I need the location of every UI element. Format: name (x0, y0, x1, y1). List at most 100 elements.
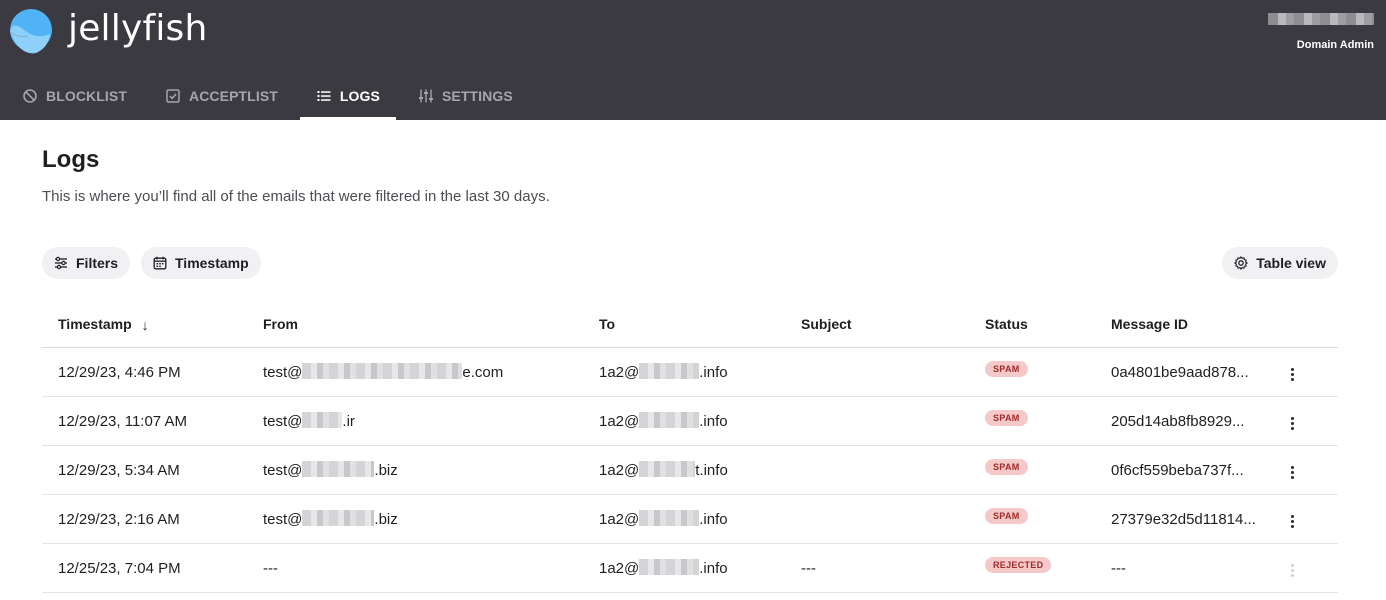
to-suffix: t.info (695, 462, 728, 479)
column-header-from[interactable]: From (247, 301, 583, 348)
from-prefix: test@ (263, 511, 303, 528)
redacted-domain (302, 510, 375, 526)
to-suffix: .info (699, 511, 728, 528)
redacted-domain (639, 559, 700, 575)
table-row[interactable]: 12/29/23, 11:07 AM test@ .ir 1a2@ .info SP… (42, 396, 1338, 446)
more-options-icon[interactable] (1284, 514, 1300, 528)
filters-label: Filters (76, 255, 119, 271)
status-badge: REJECTED (985, 557, 1052, 573)
tab-blocklist[interactable]: BLOCKLIST (6, 72, 143, 120)
cell-message-id: 0f6cf559beba737f... (1095, 445, 1268, 495)
cell-to: 1a2@ t.info (583, 445, 785, 495)
jellyfish-logo-icon[interactable] (6, 8, 54, 56)
from-suffix: e.com (462, 364, 504, 381)
cell-timestamp: 12/29/23, 4:46 PM (42, 347, 247, 397)
page-title: Logs (42, 146, 100, 173)
cell-subject (785, 445, 969, 495)
tab-label: LOGS (339, 88, 380, 104)
sort-arrow-down-icon[interactable]: ↓ (142, 317, 149, 333)
cell-from: test@ e.com (247, 347, 583, 397)
checkbox-icon (165, 88, 181, 104)
column-label: Timestamp (58, 315, 132, 332)
cell-message-id: 27379e32d5d11814... (1095, 494, 1268, 544)
user-name-redacted (1268, 13, 1374, 25)
redacted-domain (639, 363, 700, 379)
from-prefix: --- (263, 559, 278, 577)
cell-actions (1268, 347, 1338, 397)
list-icon (316, 88, 332, 104)
from-suffix: .biz (374, 511, 398, 528)
tab-settings[interactable]: SETTINGS (402, 72, 529, 120)
sliders-icon (418, 88, 434, 104)
cell-from: --- (247, 543, 583, 593)
cell-to: 1a2@ .info (583, 543, 785, 593)
cell-to: 1a2@ .info (583, 494, 785, 544)
tab-label: BLOCKLIST (46, 88, 128, 104)
column-header-subject[interactable]: Subject (785, 301, 969, 348)
from-suffix: .biz (374, 462, 398, 479)
filters-button[interactable]: Filters (42, 247, 131, 279)
redacted-domain (639, 412, 700, 428)
cell-timestamp: 12/29/23, 2:16 AM (42, 494, 247, 544)
table-view-button[interactable]: Table view (1222, 247, 1338, 279)
to-suffix: .info (699, 413, 728, 430)
brand-name: jellyfish (68, 8, 208, 49)
column-header-timestamp[interactable]: Timestamp ↓ (42, 301, 247, 348)
cell-status: REJECTED (969, 543, 1095, 593)
cell-message-id: --- (1095, 543, 1268, 593)
user-role: Domain Admin (1296, 39, 1374, 51)
table-toolbar: Filters Timestamp Table view (42, 247, 1338, 279)
cell-from: test@ .ir (247, 396, 583, 446)
from-prefix: test@ (263, 413, 303, 430)
tab-label: ACCEPTLIST (189, 88, 278, 104)
main-nav: BLOCKLIST ACCEPTLIST LOGS SETTINGS (0, 72, 529, 120)
table-row[interactable]: 12/29/23, 2:16 AM test@ .biz 1a2@ .info SP… (42, 494, 1338, 544)
user-menu[interactable]: Domain Admin (1268, 12, 1374, 51)
cell-subject: --- (785, 543, 969, 593)
block-icon (22, 88, 38, 104)
cell-actions (1268, 494, 1338, 544)
cell-message-id: 0a4801be9aad878... (1095, 347, 1268, 397)
cell-subject (785, 494, 969, 544)
cell-from: test@ .biz (247, 494, 583, 544)
from-suffix: .ir (342, 413, 355, 430)
tab-label: SETTINGS (441, 88, 513, 104)
cell-actions (1268, 396, 1338, 446)
cell-timestamp: 12/29/23, 11:07 AM (42, 396, 247, 446)
redacted-domain (639, 461, 696, 477)
filter-sliders-icon (54, 256, 68, 270)
more-options-icon[interactable] (1284, 416, 1300, 430)
cell-actions (1268, 543, 1338, 593)
to-prefix: 1a2@ (599, 462, 640, 479)
column-header-message-id[interactable]: Message ID (1095, 301, 1268, 348)
app-header: jellyfish Domain Admin BLOCKLIST ACCEPTL… (0, 0, 1386, 120)
cell-to: 1a2@ .info (583, 347, 785, 397)
cell-subject (785, 396, 969, 446)
tab-acceptlist[interactable]: ACCEPTLIST (149, 72, 294, 120)
cell-from: test@ .biz (247, 445, 583, 495)
to-suffix: .info (699, 364, 728, 381)
cell-to: 1a2@ .info (583, 396, 785, 446)
to-prefix: 1a2@ (599, 560, 640, 577)
table-row[interactable]: 12/25/23, 7:04 PM --- 1a2@ .info --- REJE… (42, 543, 1338, 593)
gear-icon (1234, 256, 1248, 270)
timestamp-button[interactable]: Timestamp (141, 247, 261, 279)
column-header-to[interactable]: To (583, 301, 785, 348)
more-options-icon (1284, 563, 1300, 577)
timestamp-label: Timestamp (175, 255, 249, 271)
to-prefix: 1a2@ (599, 413, 640, 430)
calendar-icon (153, 256, 167, 270)
tab-logs[interactable]: LOGS (299, 72, 397, 120)
more-options-icon[interactable] (1284, 465, 1300, 479)
table-row[interactable]: 12/29/23, 5:34 AM test@ .biz 1a2@ t.info S… (42, 445, 1338, 495)
redacted-domain (302, 412, 343, 428)
more-options-icon[interactable] (1284, 367, 1300, 381)
cell-subject (785, 347, 969, 397)
to-prefix: 1a2@ (599, 364, 640, 381)
redacted-domain (302, 461, 375, 477)
table-row[interactable]: 12/29/23, 4:46 PM test@ e.com 1a2@ .info S… (42, 347, 1338, 397)
status-badge: SPAM (985, 361, 1028, 377)
column-header-status[interactable]: Status (969, 301, 1095, 348)
main-content: Logs This is where you’ll find all of th… (42, 120, 1338, 593)
from-prefix: test@ (263, 364, 303, 381)
